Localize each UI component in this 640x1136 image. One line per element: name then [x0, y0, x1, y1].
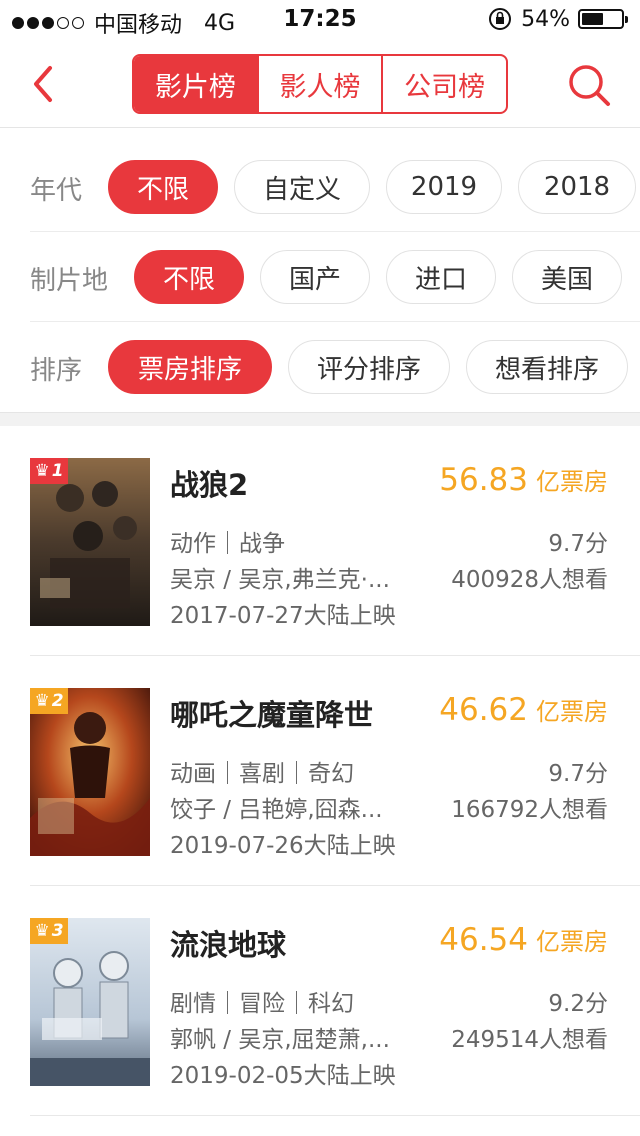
rank-number: 3	[51, 921, 64, 941]
list-item[interactable]: ♛ 3 流浪地球 46.54 亿票房 剧情｜冒险｜科幻 郭帆 / 吴京,屈楚萧,.…	[0, 886, 640, 1116]
nav-bar: 影片榜 影人榜 公司榜	[0, 40, 640, 128]
movie-genre: 动作｜战争	[170, 531, 285, 557]
release-date: 2019-07-26大陆上映	[170, 833, 396, 859]
filter-row-sort: 排序 票房排序 评分排序 想看排序	[0, 322, 640, 412]
box-office: 56.83 亿票房	[439, 462, 608, 498]
filter-label-sort: 排序	[30, 356, 83, 386]
rank-badge: ♛ 3	[30, 918, 68, 944]
chip-year-2018[interactable]: 2018	[518, 160, 636, 214]
filter-row-year: 年代 不限 自定义 2019 2018	[0, 142, 640, 232]
box-office: 46.62 亿票房	[439, 692, 608, 728]
tab-people[interactable]: 影人榜	[259, 56, 384, 112]
status-bar: 中国移动 4G 17:25 54%	[0, 0, 640, 40]
search-icon[interactable]	[566, 62, 612, 108]
crown-icon: ♛	[34, 691, 50, 711]
rank-badge: ♛ 2	[30, 688, 68, 714]
chip-region-any[interactable]: 不限	[134, 250, 244, 304]
crown-icon: ♛	[34, 461, 50, 481]
release-date: 2019-02-05大陆上映	[170, 1063, 396, 1089]
movie-title: 流浪地球	[170, 928, 287, 962]
box-office-unit: 亿票房	[536, 698, 608, 726]
filter-label-year: 年代	[30, 176, 83, 206]
box-office-value: 56.83	[439, 462, 528, 498]
movie-cast: 郭帆 / 吴京,屈楚萧,...	[170, 1027, 390, 1053]
box-office-unit: 亿票房	[536, 928, 608, 956]
chevron-left-icon[interactable]	[24, 60, 64, 108]
tab-companies[interactable]: 公司榜	[383, 56, 506, 112]
rank-badge: ♛ 1	[30, 458, 68, 484]
box-office-value: 46.54	[439, 922, 528, 958]
section-divider	[0, 412, 640, 426]
rank-number: 2	[51, 691, 64, 711]
want-count: 249514人想看	[451, 1027, 608, 1053]
status-right: 54%	[487, 6, 628, 32]
chip-sort-rating[interactable]: 评分排序	[288, 340, 450, 394]
chip-sort-boxoffice[interactable]: 票房排序	[108, 340, 272, 394]
movie-genre: 剧情｜冒险｜科幻	[170, 991, 354, 1017]
release-date: 2017-07-27大陆上映	[170, 603, 396, 629]
movie-score: 9.2分	[548, 991, 608, 1017]
ranking-tabs: 影片榜 影人榜 公司榜	[132, 54, 508, 114]
box-office-value: 46.62	[439, 692, 528, 728]
movie-title: 战狼2	[170, 468, 249, 502]
chip-year-custom[interactable]: 自定义	[234, 160, 370, 214]
poster-image: ♛ 3	[30, 918, 150, 1086]
chip-region-import[interactable]: 进口	[386, 250, 496, 304]
movie-title: 哪吒之魔童降世	[170, 698, 374, 732]
chip-year-2019[interactable]: 2019	[386, 160, 502, 214]
divider	[30, 1115, 640, 1116]
list-item[interactable]: ♛ 1 战狼2 56.83 亿票房 动作｜战争 吴京 / 吴京,弗兰克·... 2…	[0, 426, 640, 656]
chip-year-any[interactable]: 不限	[108, 160, 218, 214]
crown-icon: ♛	[34, 921, 50, 941]
filter-row-region: 制片地 不限 国产 进口 美国	[0, 232, 640, 322]
rotation-lock-icon	[489, 8, 512, 30]
filter-panel: 年代 不限 自定义 2019 2018 制片地 不限 国产 进口 美国 排序 票…	[0, 128, 640, 412]
battery-percent: 54%	[521, 6, 570, 32]
movie-score: 9.7分	[548, 761, 608, 787]
movie-cast: 吴京 / 吴京,弗兰克·...	[170, 567, 390, 593]
movie-score: 9.7分	[548, 531, 608, 557]
battery-icon	[578, 9, 628, 29]
poster-image: ♛ 2	[30, 688, 150, 856]
want-count: 400928人想看	[451, 567, 608, 593]
tab-films[interactable]: 影片榜	[134, 56, 259, 112]
box-office-unit: 亿票房	[536, 468, 608, 496]
rank-number: 1	[51, 461, 64, 481]
poster-image: ♛ 1	[30, 458, 150, 626]
box-office: 46.54 亿票房	[439, 922, 608, 958]
list-item[interactable]: ♛ 2 哪吒之魔童降世 46.62 亿票房 动画｜喜剧｜奇幻 饺子 / 吕艳婷,囧…	[0, 656, 640, 886]
movie-genre: 动画｜喜剧｜奇幻	[170, 761, 354, 787]
chip-region-domestic[interactable]: 国产	[260, 250, 370, 304]
chip-region-usa[interactable]: 美国	[512, 250, 622, 304]
chip-sort-want[interactable]: 想看排序	[466, 340, 628, 394]
filter-label-region: 制片地	[30, 266, 109, 296]
want-count: 166792人想看	[451, 797, 608, 823]
movie-cast: 饺子 / 吕艳婷,囧森...	[170, 797, 383, 823]
